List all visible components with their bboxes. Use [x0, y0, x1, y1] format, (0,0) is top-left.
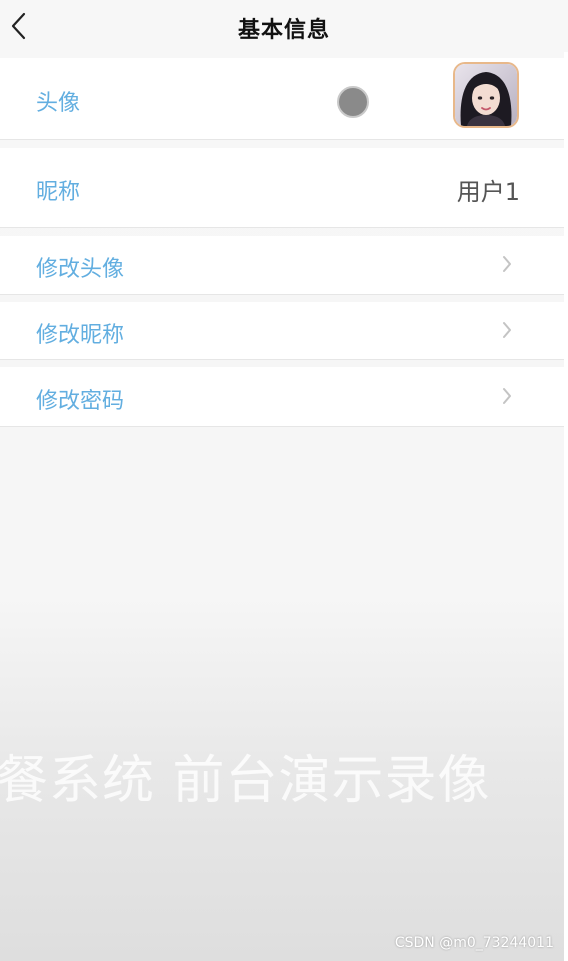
header-bar: 基本信息 — [0, 0, 568, 52]
change-avatar-label: 修改头像 — [36, 257, 125, 282]
chevron-right-icon — [500, 385, 514, 407]
change-nickname-row[interactable]: 修改昵称 — [0, 302, 564, 360]
chevron-right-icon — [500, 253, 514, 275]
avatar-row[interactable]: 头像 — [0, 58, 564, 140]
change-avatar-row[interactable]: 修改头像 — [0, 236, 564, 295]
change-nickname-label: 修改昵称 — [36, 323, 125, 348]
nickname-label: 昵称 — [36, 180, 81, 205]
nickname-row: 昵称 用户1 — [0, 148, 564, 228]
nickname-value: 用户1 — [456, 178, 520, 206]
change-password-label: 修改密码 — [36, 389, 125, 414]
avatar-label: 头像 — [36, 91, 81, 116]
csdn-watermark: CSDN @m0_73244011 — [394, 935, 554, 951]
touch-indicator — [337, 86, 369, 118]
screen-edge — [564, 0, 568, 961]
video-caption-watermark: 餐系统 前台演示录像 — [0, 751, 491, 811]
chevron-right-icon — [500, 319, 514, 341]
page-title: 基本信息 — [237, 18, 330, 43]
avatar[interactable] — [453, 62, 519, 128]
change-password-row[interactable]: 修改密码 — [0, 367, 564, 427]
